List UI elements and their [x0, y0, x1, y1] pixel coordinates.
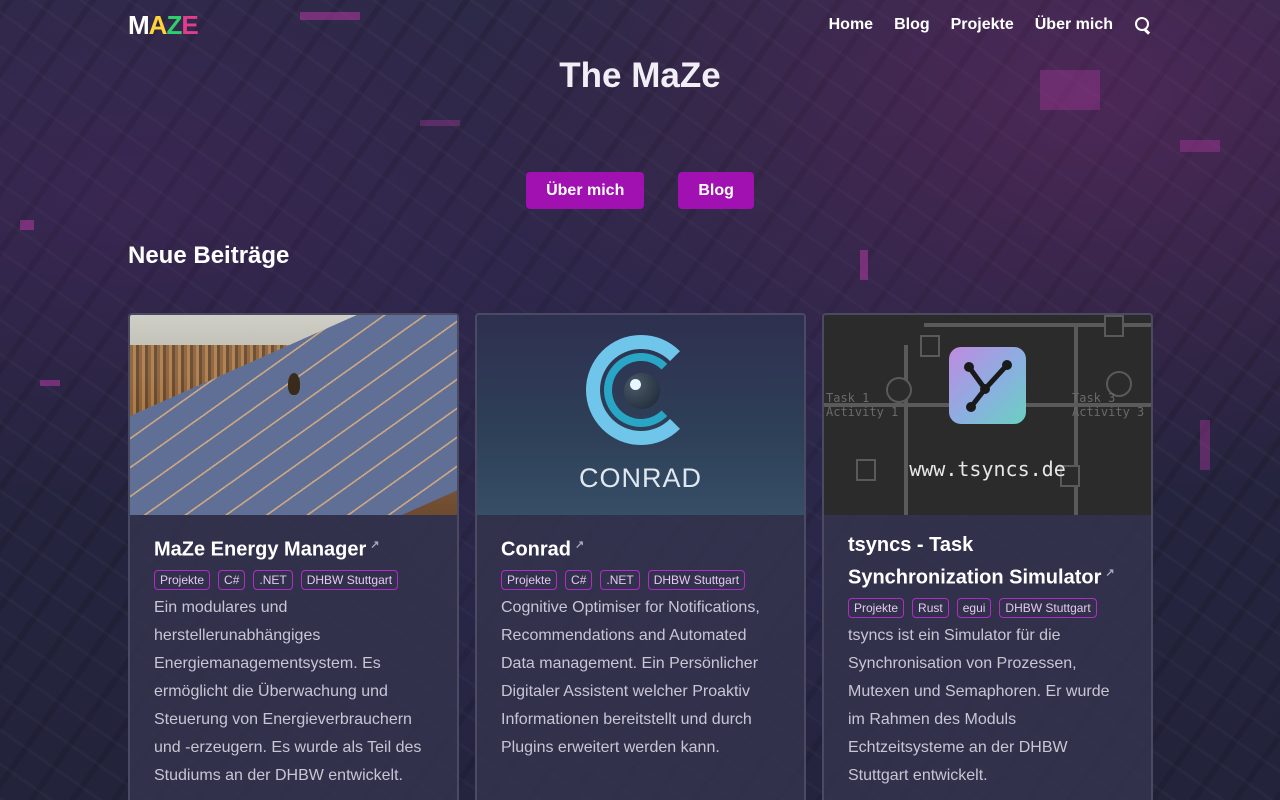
- card-description: Cognitive Optimiser for Notifications, R…: [501, 598, 760, 756]
- card-title[interactable]: MaZe Energy Manager ↗: [154, 531, 433, 564]
- search-icon[interactable]: [1134, 16, 1152, 34]
- card-title[interactable]: Conrad ↗: [501, 531, 780, 564]
- tag[interactable]: .NET: [600, 569, 640, 590]
- external-link-icon: ↗: [575, 539, 585, 551]
- conrad-wordmark: CONRAD: [578, 463, 702, 493]
- tag[interactable]: Projekte: [154, 569, 211, 590]
- tsyncs-url: www.tsyncs.de: [909, 457, 1066, 481]
- section-title: Neue Beiträge: [128, 242, 290, 269]
- card-title[interactable]: tsyncs - Task Synchronization Simulator ↗: [848, 531, 1127, 592]
- card-description: Ein modulares und herstellerunabhängiges…: [154, 598, 422, 784]
- card-tags: Projekte Rust egui DHBW Stuttgart: [848, 597, 1127, 618]
- post-cards: MaZe Energy Manager ↗ Projekte C# .NET DH…: [128, 313, 1153, 800]
- post-card[interactable]: CONRAD Conrad ↗ Projekte C# .NET DHBW Stu…: [475, 313, 806, 800]
- maze-logo[interactable]: MAZE: [128, 10, 199, 40]
- hero-buttons: Über mich Blog: [0, 172, 1280, 209]
- task-label: Task 1 Activity 1: [826, 391, 899, 419]
- tag[interactable]: C#: [565, 569, 593, 590]
- main-nav: Home Blog Projekte Über mich: [829, 16, 1152, 34]
- tag[interactable]: Projekte: [848, 597, 905, 618]
- tag[interactable]: .NET: [253, 569, 293, 590]
- nav-ueber-mich[interactable]: Über mich: [1035, 16, 1113, 34]
- card-image-solar-panel: [130, 315, 457, 515]
- card-description: tsyncs ist ein Simulator für die Synchro…: [848, 626, 1110, 784]
- site-header: MAZE Home Blog Projekte Über mich: [128, 0, 1152, 50]
- card-image-conrad-logo: CONRAD: [477, 315, 804, 515]
- external-link-icon: ↗: [370, 539, 380, 551]
- conrad-logo-icon: [585, 335, 696, 445]
- external-link-icon: ↗: [1105, 567, 1115, 579]
- nav-blog[interactable]: Blog: [894, 16, 930, 34]
- nav-home[interactable]: Home: [829, 16, 873, 34]
- tag[interactable]: DHBW Stuttgart: [999, 597, 1097, 618]
- tag[interactable]: Projekte: [501, 569, 558, 590]
- tag[interactable]: egui: [956, 597, 992, 618]
- tag[interactable]: C#: [218, 569, 246, 590]
- nav-projekte[interactable]: Projekte: [951, 16, 1014, 34]
- card-tags: Projekte C# .NET DHBW Stuttgart: [501, 569, 780, 590]
- page-title: The MaZe: [559, 56, 721, 95]
- tsyncs-app-icon: [949, 347, 1026, 424]
- post-card[interactable]: MaZe Energy Manager ↗ Projekte C# .NET DH…: [128, 313, 459, 800]
- card-tags: Projekte C# .NET DHBW Stuttgart: [154, 569, 433, 590]
- task-label: Task 3 Activity 3: [1072, 391, 1145, 419]
- blog-button[interactable]: Blog: [678, 172, 754, 209]
- ueber-mich-button[interactable]: Über mich: [526, 172, 645, 209]
- tag[interactable]: DHBW Stuttgart: [300, 569, 399, 590]
- post-card[interactable]: Task 1 Activity 1 Task 3 Activity 3 www.ts…: [822, 313, 1153, 800]
- tag[interactable]: Rust: [912, 597, 949, 618]
- card-image-tsyncs: Task 1 Activity 1 Task 3 Activity 3 www.ts…: [824, 315, 1151, 515]
- tag[interactable]: DHBW Stuttgart: [647, 569, 746, 590]
